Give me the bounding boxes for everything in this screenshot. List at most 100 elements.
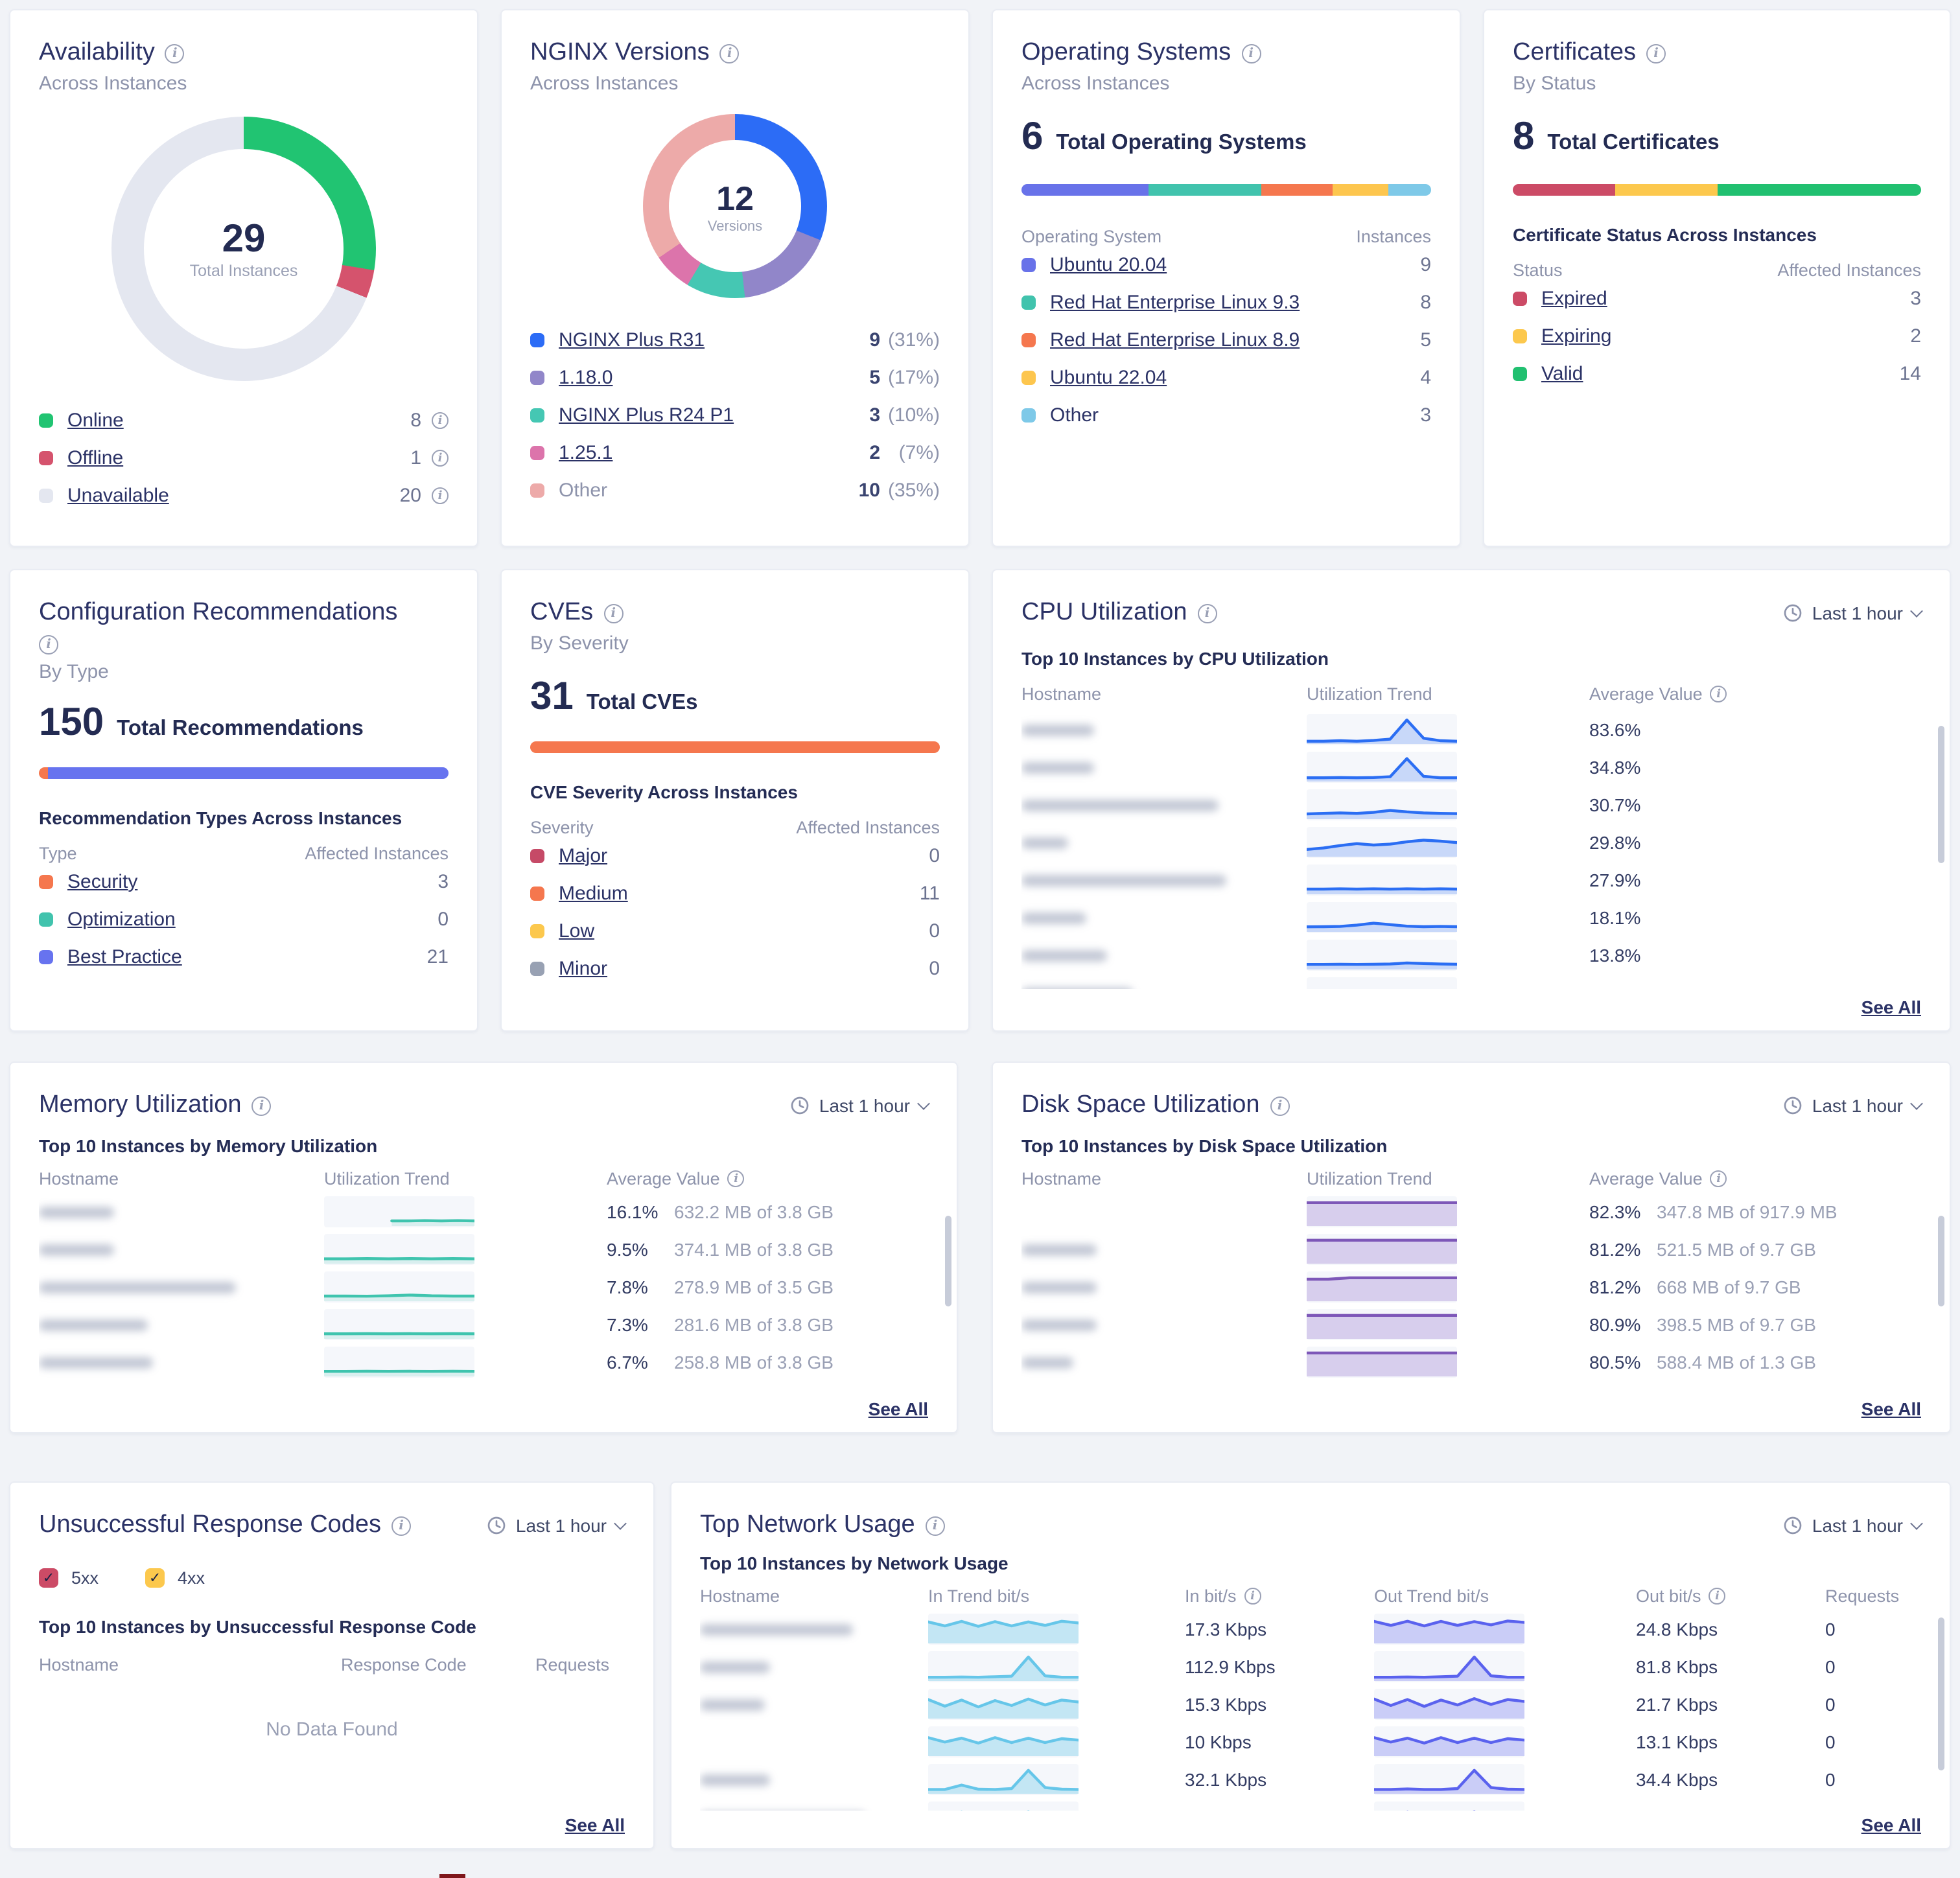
type-link[interactable]: Security xyxy=(67,871,137,893)
requests-value: 0 xyxy=(1825,1807,1921,1811)
info-icon[interactable]: i xyxy=(720,43,740,63)
legend-item: Offline 1 i xyxy=(39,439,449,477)
info-icon[interactable]: i xyxy=(165,43,185,63)
info-icon[interactable]: i xyxy=(926,1516,945,1535)
see-all-link[interactable]: See All xyxy=(1861,1814,1921,1835)
os-link[interactable]: Other xyxy=(1050,404,1099,426)
requests-value: 0 xyxy=(1825,1769,1921,1790)
info-icon[interactable]: i xyxy=(1241,43,1261,63)
info-icon[interactable]: i xyxy=(252,1096,272,1115)
hostname-blurred xyxy=(1021,1281,1097,1293)
severity-link[interactable]: Low xyxy=(559,920,594,942)
see-all-link[interactable]: See All xyxy=(869,1398,928,1419)
out-value: 13.1 Kbps xyxy=(1636,1732,1825,1752)
see-all-link[interactable]: See All xyxy=(565,1814,625,1835)
info-icon[interactable]: i xyxy=(39,634,58,654)
info-icon[interactable]: i xyxy=(728,1170,745,1187)
checkbox-label: 4xx xyxy=(178,1568,205,1588)
legend-percent: (7%) xyxy=(880,442,940,464)
average-percent: 81.2% xyxy=(1589,1277,1657,1297)
legend-link[interactable]: 1.25.1 xyxy=(559,442,612,464)
time-range-select[interactable]: Last 1 hour xyxy=(486,1515,625,1536)
info-icon[interactable]: i xyxy=(1244,1588,1261,1605)
severity-link[interactable]: Medium xyxy=(559,883,628,905)
info-icon[interactable]: i xyxy=(1198,603,1217,623)
hostname-blurred xyxy=(39,1244,114,1255)
clock-icon xyxy=(486,1515,507,1536)
clock-icon xyxy=(789,1095,810,1116)
severity-link[interactable]: Major xyxy=(559,845,607,867)
info-icon[interactable]: i xyxy=(603,603,623,623)
requests-value: 0 xyxy=(1825,1619,1921,1640)
chevron-down-icon xyxy=(614,1517,627,1530)
utilization-sparkline xyxy=(1307,1234,1457,1265)
table-row: 81.2%668 MB of 9.7 GB xyxy=(1021,1271,1921,1303)
type-link[interactable]: Best Practice xyxy=(67,946,182,968)
out-trend-sparkline xyxy=(1374,1689,1524,1720)
col-header-average: Average Value xyxy=(607,1169,720,1188)
checkbox-checked-icon[interactable]: ✓ xyxy=(39,1568,58,1588)
col-header-trend: Utilization Trend xyxy=(1307,684,1589,704)
hostname-blurred xyxy=(1021,1244,1097,1255)
scrollbar[interactable] xyxy=(945,1216,951,1306)
info-icon[interactable]: i xyxy=(1709,1588,1726,1605)
info-icon[interactable]: i xyxy=(432,412,449,429)
status-link[interactable]: Expired xyxy=(1541,288,1607,310)
table-row: 16.1%632.2 MB of 3.8 GB xyxy=(39,1196,928,1227)
legend-link[interactable]: Unavailable xyxy=(67,485,169,507)
time-range-select[interactable]: Last 1 hour xyxy=(1782,603,1921,623)
status-link[interactable]: Expiring xyxy=(1541,325,1611,347)
legend-count: 2 xyxy=(869,442,880,464)
scrollbar[interactable] xyxy=(1938,726,1944,863)
hostname-blurred xyxy=(700,1623,853,1635)
col-header-affected: Affected Instances xyxy=(796,818,940,837)
info-icon[interactable]: i xyxy=(432,487,449,504)
checkbox-checked-icon[interactable]: ✓ xyxy=(145,1568,165,1588)
legend-link[interactable]: Other xyxy=(559,480,607,502)
time-range-select[interactable]: Last 1 hour xyxy=(789,1095,928,1116)
scrollbar[interactable] xyxy=(1938,1216,1944,1306)
info-icon[interactable]: i xyxy=(1710,1170,1727,1187)
utilization-sparkline xyxy=(1307,827,1457,858)
os-link[interactable]: Red Hat Enterprise Linux 9.3 xyxy=(1050,292,1300,314)
os-link[interactable]: Red Hat Enterprise Linux 8.9 xyxy=(1050,329,1300,351)
info-icon[interactable]: i xyxy=(1270,1096,1290,1115)
legend-swatch xyxy=(39,875,53,889)
status-link[interactable]: Valid xyxy=(1541,363,1583,385)
nginx-versions-donut-chart[interactable]: 12 Versions xyxy=(643,114,827,298)
out-trend-sparkline xyxy=(1374,1764,1524,1795)
card-title: Configuration Recommendations xyxy=(39,596,449,630)
severity-link[interactable]: Minor xyxy=(559,958,607,980)
info-icon[interactable]: i xyxy=(1710,686,1727,702)
scrollbar[interactable] xyxy=(1938,1617,1944,1770)
legend-item: 1.18.0 5 (17%) xyxy=(530,359,940,397)
list-item: Other 3 xyxy=(1021,397,1431,434)
section-title: Recommendation Types Across Instances xyxy=(39,807,449,828)
availability-donut-chart[interactable]: 29 Total Instances xyxy=(111,117,376,381)
availability-legend: Online 8 i Offline 1 i Unavailable 20 i xyxy=(39,402,449,515)
time-range-select[interactable]: Last 1 hour xyxy=(1782,1095,1921,1116)
see-all-link[interactable]: See All xyxy=(1861,1398,1921,1419)
see-all-link[interactable]: See All xyxy=(1861,997,1921,1017)
info-icon[interactable]: i xyxy=(1646,43,1666,63)
type-link[interactable]: Optimization xyxy=(67,909,176,931)
os-link[interactable]: Ubuntu 20.04 xyxy=(1050,254,1167,276)
os-link[interactable]: Ubuntu 22.04 xyxy=(1050,367,1167,389)
col-header-hostname: Hostname xyxy=(1021,1169,1307,1188)
col-header-os: Operating System xyxy=(1021,227,1161,246)
time-range-select[interactable]: Last 1 hour xyxy=(1782,1515,1921,1536)
utilization-sparkline xyxy=(324,1196,474,1227)
legend-link[interactable]: NGINX Plus R24 P1 xyxy=(559,404,734,426)
legend-swatch xyxy=(39,489,53,503)
checkbox-label: 5xx xyxy=(71,1568,99,1588)
legend-link[interactable]: NGINX Plus R31 xyxy=(559,329,705,351)
info-icon[interactable]: i xyxy=(391,1516,411,1535)
col-header-status: Status xyxy=(1513,261,1563,280)
legend-link[interactable]: Online xyxy=(67,410,124,432)
legend-link[interactable]: 1.18.0 xyxy=(559,367,612,389)
info-icon[interactable]: i xyxy=(432,450,449,467)
total-count: 8 xyxy=(1513,117,1534,158)
legend-item: 1.25.1 2 (7%) xyxy=(530,434,940,472)
table-row: 16.9 Kbps 24.6 Kbps 0 xyxy=(700,1802,1921,1811)
legend-link[interactable]: Offline xyxy=(67,447,123,469)
